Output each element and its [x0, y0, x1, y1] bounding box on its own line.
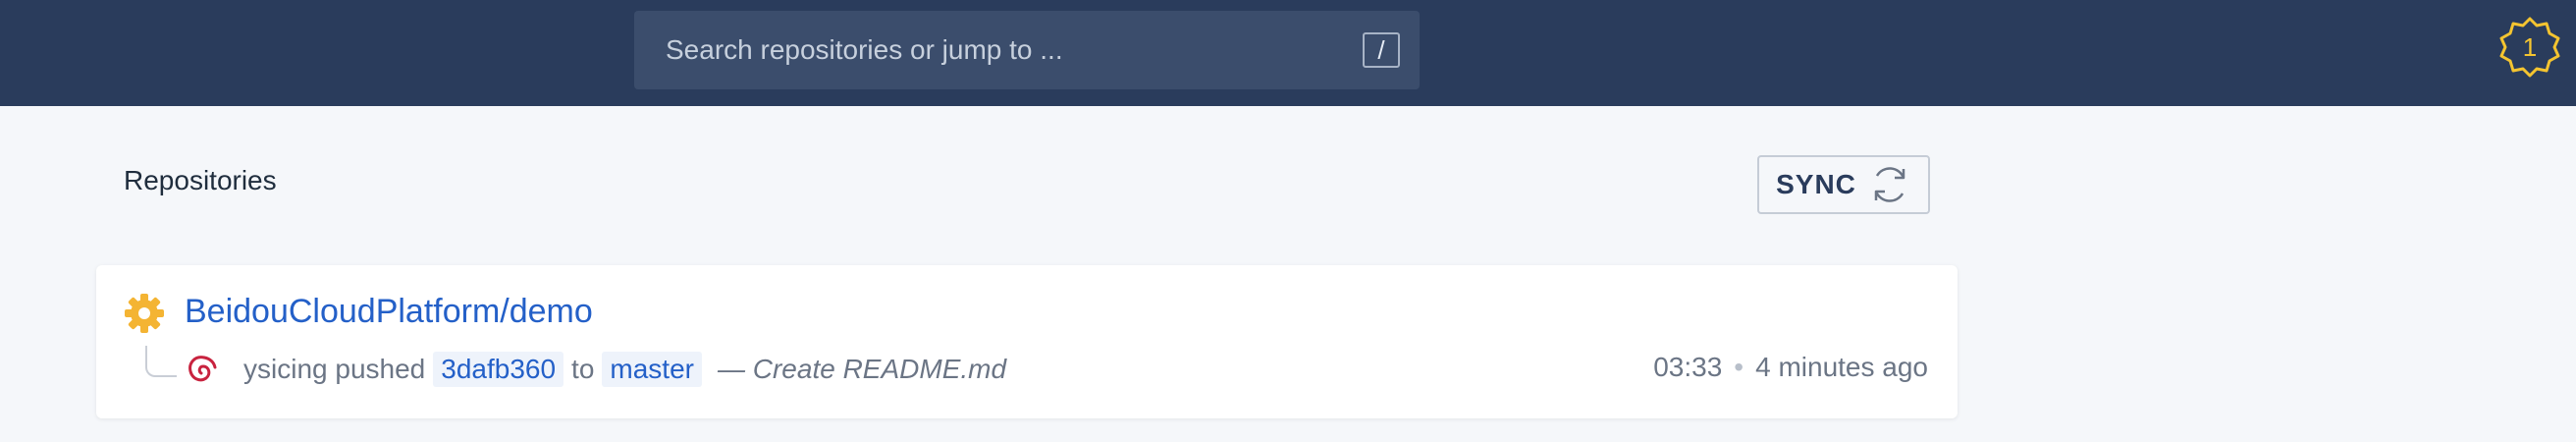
activity-relative-time: 4 minutes ago	[1755, 352, 1928, 382]
repository-card: BeidouCloudPlatform/demo ysicing pushed …	[96, 265, 1958, 418]
activity-time: 03:33 • 4 minutes ago	[1653, 352, 1928, 383]
sync-button-label: SYNC	[1776, 169, 1856, 199]
branch-link[interactable]: master	[602, 352, 702, 387]
notifications-button[interactable]: 1	[2497, 15, 2562, 80]
user-avatar-icon[interactable]	[185, 350, 218, 389]
commit-message: — Create README.md	[717, 354, 1007, 384]
refresh-icon	[1874, 167, 1905, 202]
activity-connector-text: to	[571, 354, 595, 384]
search-input[interactable]	[666, 21, 1294, 80]
activity-action: pushed	[335, 354, 426, 384]
commit-hash-link[interactable]: 3dafb360	[433, 352, 564, 387]
activity-connector	[145, 346, 177, 377]
activity-timestamp: 03:33	[1653, 352, 1723, 382]
gear-icon	[125, 294, 164, 333]
search-shortcut-key: /	[1363, 32, 1400, 68]
repository-link[interactable]: BeidouCloudPlatform/demo	[185, 293, 593, 331]
notification-count: 1	[2522, 32, 2538, 62]
page-title: Repositories	[124, 165, 277, 195]
top-navbar: / 1	[0, 0, 2576, 106]
activity-user[interactable]: ysicing	[243, 354, 328, 385]
activity-line: ysicing pushed 3dafb360 to master — Crea…	[243, 352, 1006, 387]
sync-button[interactable]: SYNC	[1757, 155, 1930, 214]
search-bar[interactable]: /	[634, 11, 1420, 89]
time-separator: •	[1734, 352, 1744, 382]
